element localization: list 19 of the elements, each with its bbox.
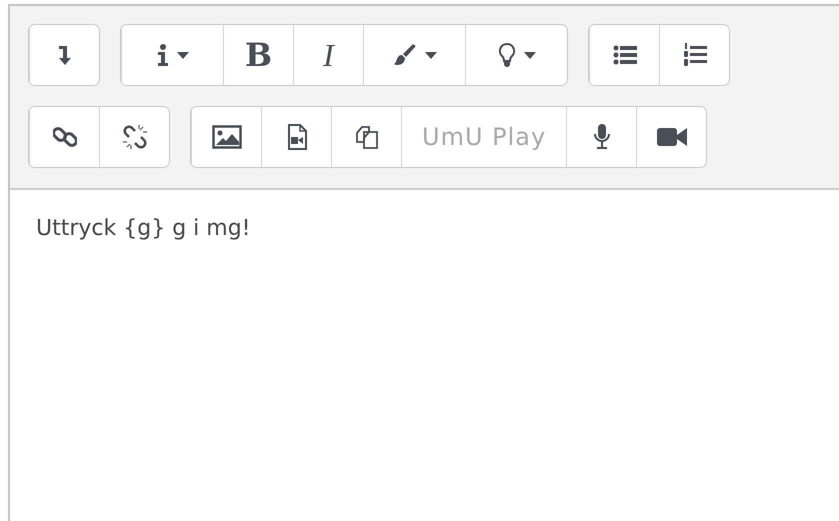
numbered-list-button[interactable] [659,25,729,85]
numbered-list-icon [682,43,706,67]
collapse-arrow-icon [58,44,72,66]
broken-link-button[interactable] [99,107,169,167]
paintbrush-icon [392,43,416,67]
video-camera-button[interactable] [636,107,706,167]
info-icon [156,43,168,67]
video-camera-icon [656,126,688,148]
microphone-icon [592,123,612,151]
copy-icon [354,125,378,149]
video-file-icon [286,124,306,150]
editor-text: Uttryck {g} g i mg! [36,216,250,241]
collapse-arrow-button[interactable] [29,25,99,85]
bulleted-list-icon [612,45,636,65]
lightbulb-button[interactable] [465,25,567,85]
image-icon [212,125,242,149]
link-icon [52,125,76,149]
broken-link-icon [122,124,148,150]
lightbulb-icon [498,42,516,68]
